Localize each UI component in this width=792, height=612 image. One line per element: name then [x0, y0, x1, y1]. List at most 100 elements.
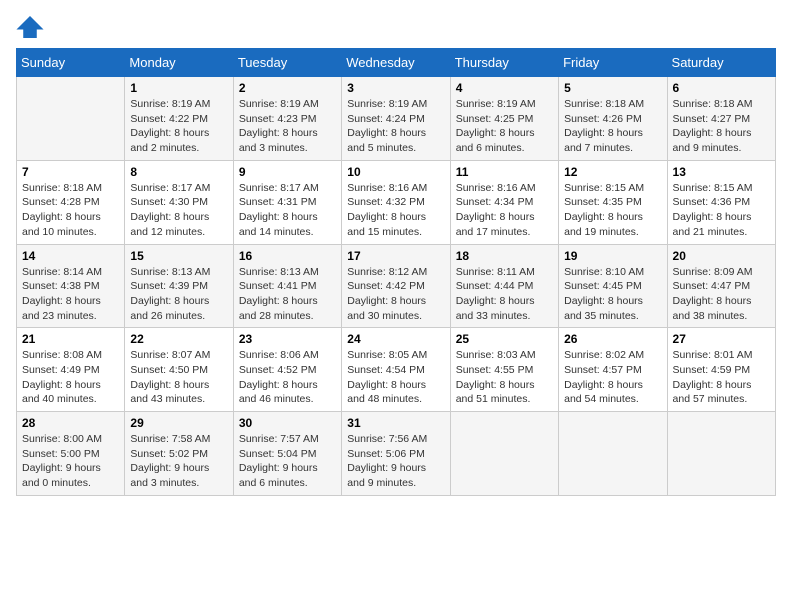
day-info: Sunrise: 8:03 AMSunset: 4:55 PMDaylight:… [456, 348, 553, 407]
header-friday: Friday [559, 49, 667, 77]
calendar-cell: 10 Sunrise: 8:16 AMSunset: 4:32 PMDayligh… [342, 160, 450, 244]
day-number: 11 [456, 165, 553, 179]
calendar-cell: 12 Sunrise: 8:15 AMSunset: 4:35 PMDayligh… [559, 160, 667, 244]
day-info: Sunrise: 8:19 AMSunset: 4:25 PMDaylight:… [456, 97, 553, 156]
day-number: 22 [130, 332, 227, 346]
day-info: Sunrise: 8:08 AMSunset: 4:49 PMDaylight:… [22, 348, 119, 407]
day-info: Sunrise: 8:11 AMSunset: 4:44 PMDaylight:… [456, 265, 553, 324]
calendar-cell: 16 Sunrise: 8:13 AMSunset: 4:41 PMDayligh… [233, 244, 341, 328]
header-wednesday: Wednesday [342, 49, 450, 77]
day-number: 12 [564, 165, 661, 179]
calendar-cell: 14 Sunrise: 8:14 AMSunset: 4:38 PMDayligh… [17, 244, 125, 328]
day-number: 4 [456, 81, 553, 95]
logo [16, 16, 48, 38]
day-number: 27 [673, 332, 770, 346]
day-number: 21 [22, 332, 119, 346]
day-number: 26 [564, 332, 661, 346]
day-info: Sunrise: 8:10 AMSunset: 4:45 PMDaylight:… [564, 265, 661, 324]
calendar-cell: 24Sunrise: 8:05 AMSunset: 4:54 PMDayligh… [342, 328, 450, 412]
calendar-cell [559, 412, 667, 496]
day-number: 24 [347, 332, 444, 346]
day-info: Sunrise: 8:14 AMSunset: 4:38 PMDaylight:… [22, 265, 119, 324]
day-number: 30 [239, 416, 336, 430]
calendar-cell: 18 Sunrise: 8:11 AMSunset: 4:44 PMDayligh… [450, 244, 558, 328]
day-number: 5 [564, 81, 661, 95]
calendar-cell: 20 Sunrise: 8:09 AMSunset: 4:47 PMDayligh… [667, 244, 775, 328]
calendar-cell: 23 Sunrise: 8:06 AMSunset: 4:52 PMDayligh… [233, 328, 341, 412]
day-info: Sunrise: 8:13 AMSunset: 4:41 PMDaylight:… [239, 265, 336, 324]
calendar-cell: 1Sunrise: 8:19 AMSunset: 4:22 PMDaylight… [125, 77, 233, 161]
day-number: 9 [239, 165, 336, 179]
day-info: Sunrise: 8:15 AMSunset: 4:36 PMDaylight:… [673, 181, 770, 240]
day-number: 14 [22, 249, 119, 263]
calendar-table: SundayMondayTuesdayWednesdayThursdayFrid… [16, 48, 776, 496]
generalblue-icon [16, 16, 44, 38]
day-number: 3 [347, 81, 444, 95]
day-info: Sunrise: 8:18 AMSunset: 4:28 PMDaylight:… [22, 181, 119, 240]
calendar-week-row: 28Sunrise: 8:00 AMSunset: 5:00 PMDayligh… [17, 412, 776, 496]
day-number: 19 [564, 249, 661, 263]
day-number: 13 [673, 165, 770, 179]
header-thursday: Thursday [450, 49, 558, 77]
day-info: Sunrise: 8:15 AMSunset: 4:35 PMDaylight:… [564, 181, 661, 240]
day-number: 15 [130, 249, 227, 263]
calendar-cell: 2 Sunrise: 8:19 AMSunset: 4:23 PMDaylight… [233, 77, 341, 161]
calendar-cell [667, 412, 775, 496]
day-info: Sunrise: 8:16 AMSunset: 4:34 PMDaylight:… [456, 181, 553, 240]
day-number: 6 [673, 81, 770, 95]
calendar-cell: 3 Sunrise: 8:19 AMSunset: 4:24 PMDaylight… [342, 77, 450, 161]
calendar-cell: 31Sunrise: 7:56 AMSunset: 5:06 PMDayligh… [342, 412, 450, 496]
day-number: 1 [130, 81, 227, 95]
calendar-cell: 19 Sunrise: 8:10 AMSunset: 4:45 PMDayligh… [559, 244, 667, 328]
day-info: Sunrise: 8:13 AMSunset: 4:39 PMDaylight:… [130, 265, 227, 324]
calendar-cell: 28Sunrise: 8:00 AMSunset: 5:00 PMDayligh… [17, 412, 125, 496]
calendar-cell: 29 Sunrise: 7:58 AMSunset: 5:02 PMDayligh… [125, 412, 233, 496]
day-number: 17 [347, 249, 444, 263]
day-number: 2 [239, 81, 336, 95]
day-info: Sunrise: 8:17 AMSunset: 4:30 PMDaylight:… [130, 181, 227, 240]
header-tuesday: Tuesday [233, 49, 341, 77]
calendar-cell: 6 Sunrise: 8:18 AMSunset: 4:27 PMDaylight… [667, 77, 775, 161]
calendar-cell: 22Sunrise: 8:07 AMSunset: 4:50 PMDayligh… [125, 328, 233, 412]
day-info: Sunrise: 8:16 AMSunset: 4:32 PMDaylight:… [347, 181, 444, 240]
calendar-week-row: 7 Sunrise: 8:18 AMSunset: 4:28 PMDaylight… [17, 160, 776, 244]
calendar-week-row: 14 Sunrise: 8:14 AMSunset: 4:38 PMDayligh… [17, 244, 776, 328]
header-sunday: Sunday [17, 49, 125, 77]
day-info: Sunrise: 8:19 AMSunset: 4:23 PMDaylight:… [239, 97, 336, 156]
day-number: 7 [22, 165, 119, 179]
day-number: 23 [239, 332, 336, 346]
day-info: Sunrise: 8:02 AMSunset: 4:57 PMDaylight:… [564, 348, 661, 407]
day-info: Sunrise: 8:06 AMSunset: 4:52 PMDaylight:… [239, 348, 336, 407]
header-saturday: Saturday [667, 49, 775, 77]
calendar-cell [450, 412, 558, 496]
day-number: 31 [347, 416, 444, 430]
calendar-cell: 15 Sunrise: 8:13 AMSunset: 4:39 PMDayligh… [125, 244, 233, 328]
day-number: 25 [456, 332, 553, 346]
day-info: Sunrise: 8:18 AMSunset: 4:27 PMDaylight:… [673, 97, 770, 156]
day-info: Sunrise: 7:58 AMSunset: 5:02 PMDaylight:… [130, 432, 227, 491]
day-info: Sunrise: 8:19 AMSunset: 4:24 PMDaylight:… [347, 97, 444, 156]
day-number: 18 [456, 249, 553, 263]
calendar-cell: 17 Sunrise: 8:12 AMSunset: 4:42 PMDayligh… [342, 244, 450, 328]
calendar-week-row: 21 Sunrise: 8:08 AMSunset: 4:49 PMDayligh… [17, 328, 776, 412]
day-number: 8 [130, 165, 227, 179]
day-info: Sunrise: 8:09 AMSunset: 4:47 PMDaylight:… [673, 265, 770, 324]
calendar-cell: 4 Sunrise: 8:19 AMSunset: 4:25 PMDaylight… [450, 77, 558, 161]
day-number: 29 [130, 416, 227, 430]
calendar-cell: 25 Sunrise: 8:03 AMSunset: 4:55 PMDayligh… [450, 328, 558, 412]
day-number: 20 [673, 249, 770, 263]
calendar-cell: 11 Sunrise: 8:16 AMSunset: 4:34 PMDayligh… [450, 160, 558, 244]
calendar-cell: 8 Sunrise: 8:17 AMSunset: 4:30 PMDaylight… [125, 160, 233, 244]
day-info: Sunrise: 7:57 AMSunset: 5:04 PMDaylight:… [239, 432, 336, 491]
day-info: Sunrise: 8:01 AMSunset: 4:59 PMDaylight:… [673, 348, 770, 407]
calendar-week-row: 1Sunrise: 8:19 AMSunset: 4:22 PMDaylight… [17, 77, 776, 161]
calendar-cell: 7 Sunrise: 8:18 AMSunset: 4:28 PMDaylight… [17, 160, 125, 244]
day-number: 28 [22, 416, 119, 430]
day-number: 16 [239, 249, 336, 263]
day-number: 10 [347, 165, 444, 179]
calendar-cell: 21 Sunrise: 8:08 AMSunset: 4:49 PMDayligh… [17, 328, 125, 412]
calendar-cell: 5Sunrise: 8:18 AMSunset: 4:26 PMDaylight… [559, 77, 667, 161]
day-info: Sunrise: 8:12 AMSunset: 4:42 PMDaylight:… [347, 265, 444, 324]
calendar-header-row: SundayMondayTuesdayWednesdayThursdayFrid… [17, 49, 776, 77]
page-header [16, 16, 776, 38]
